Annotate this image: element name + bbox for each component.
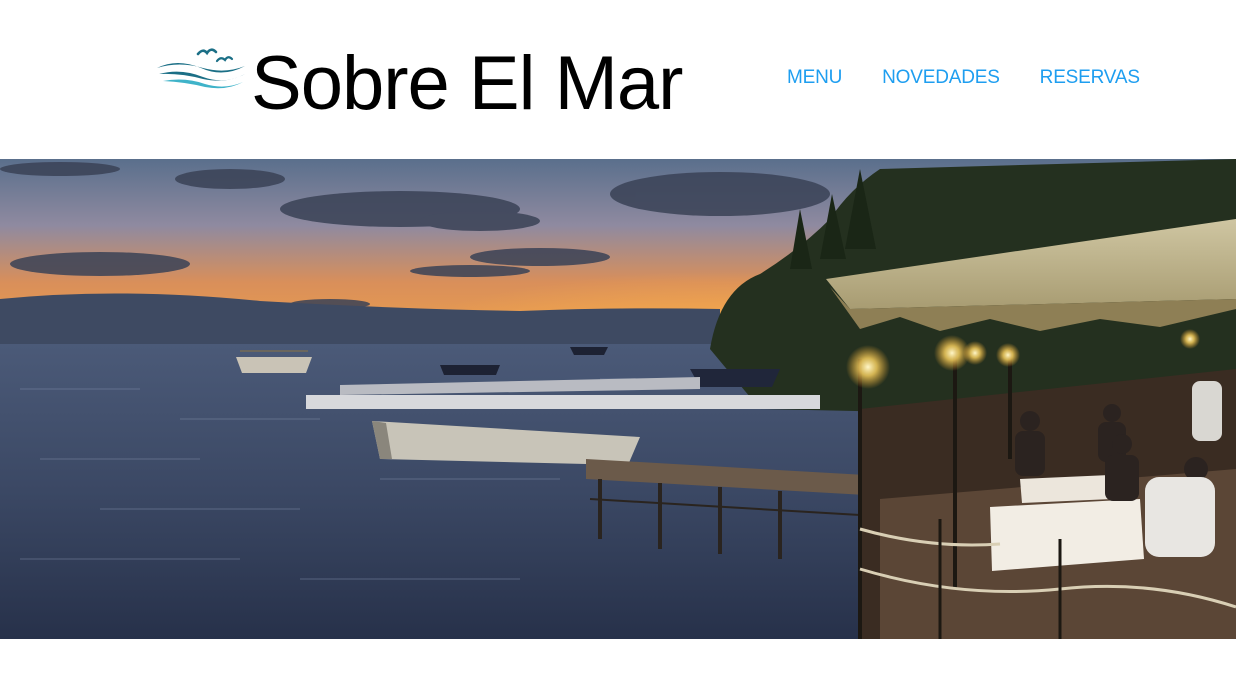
main-nav: MENU NOVEDADES RESERVAS — [787, 67, 1140, 89]
lakeside-restaurant-sunset-photo — [0, 159, 1236, 639]
nav-reservas-link[interactable]: RESERVAS — [1040, 67, 1140, 89]
site-header: Sobre El Mar MENU NOVEDADES RESERVAS — [0, 0, 1236, 159]
waves-birds-icon — [157, 48, 245, 89]
nav-novedades-link[interactable]: NOVEDADES — [882, 67, 1000, 89]
brand-name: Sobre El Mar — [251, 41, 683, 126]
site-logo[interactable]: Sobre El Mar — [155, 42, 683, 122]
nav-menu-link[interactable]: MENU — [787, 67, 842, 89]
hero-image — [0, 159, 1236, 639]
